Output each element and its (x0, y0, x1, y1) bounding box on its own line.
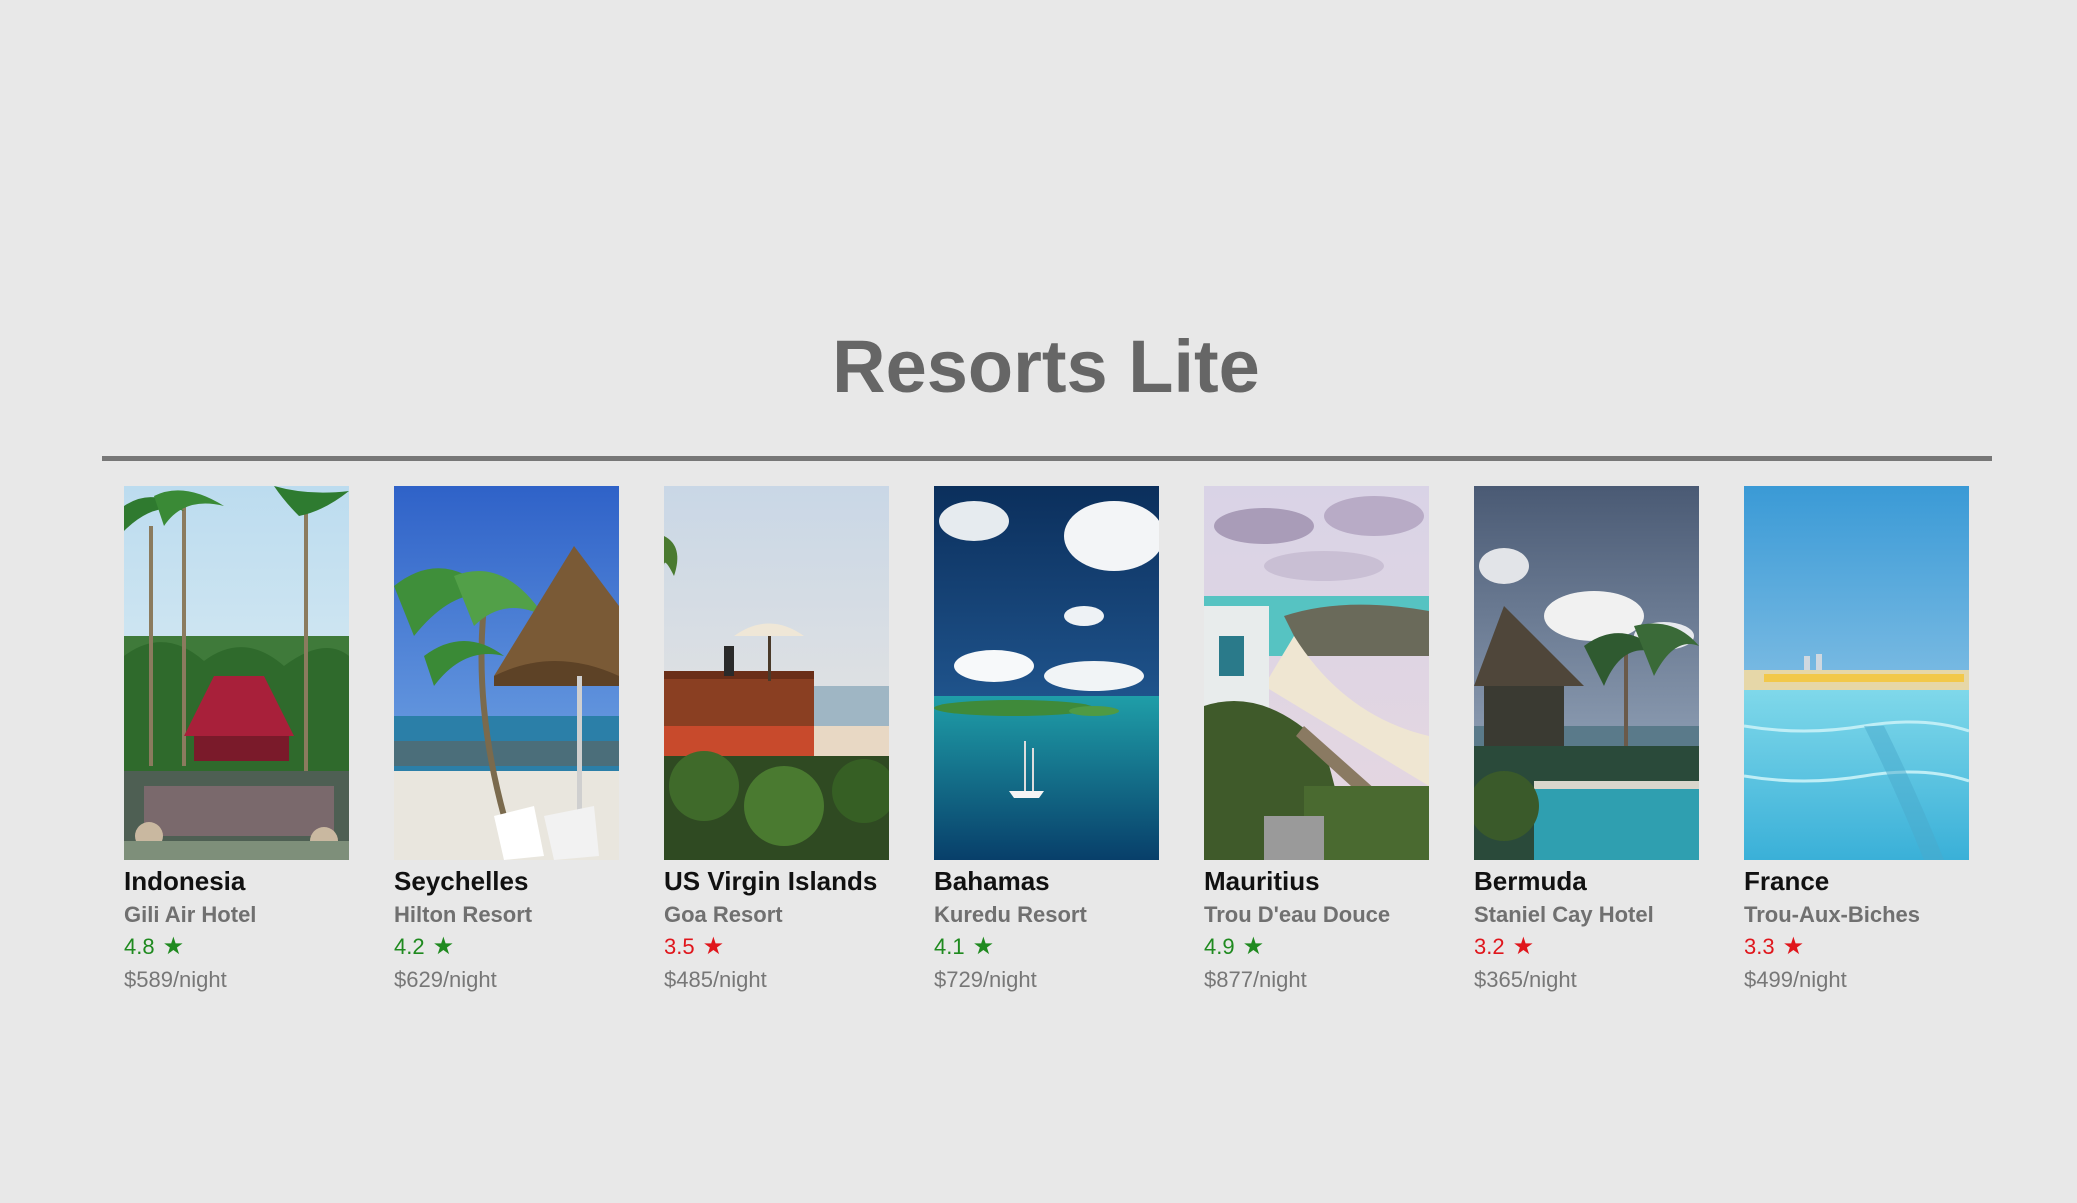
coastal-cliff-photo[interactable] (1204, 486, 1429, 860)
thatched-hut-pool-photo[interactable] (1474, 486, 1699, 860)
resort-country: Mauritius (1204, 866, 1320, 896)
rating-value: 4.9 (1204, 934, 1235, 959)
tropical-villa-pool-photo[interactable] (124, 486, 349, 860)
star-icon: ★ (1242, 933, 1265, 960)
resort-price: $877/night (1204, 967, 1307, 992)
resort-rating: 3.2 ★ (1474, 932, 1699, 962)
star-icon: ★ (1512, 933, 1535, 960)
star-icon: ★ (1782, 933, 1805, 960)
star-icon: ★ (162, 933, 185, 960)
rating-value: 3.5 (664, 934, 695, 959)
resort-price: $729/night (934, 967, 1037, 992)
resort-card-mauritius[interactable]: Mauritius Trou D'eau Douce 4.9 ★ $877/nig… (1204, 486, 1429, 995)
resort-card-bermuda[interactable]: Bermuda Staniel Cay Hotel 3.2 ★ $365/nigh… (1474, 486, 1699, 995)
resort-card-list: Indonesia Gili Air Hotel 4.8 ★ $589/night (124, 486, 1969, 995)
resort-rating: 3.5 ★ (664, 932, 889, 962)
resort-rating: 4.9 ★ (1204, 932, 1429, 962)
rating-value: 3.2 (1474, 934, 1505, 959)
resort-rating: 4.8 ★ (124, 932, 349, 962)
resort-card-seychelles[interactable]: Seychelles Hilton Resort 4.2 ★ $629/night (394, 486, 619, 995)
rating-value: 4.8 (124, 934, 155, 959)
star-icon: ★ (702, 933, 725, 960)
resort-card-us-virgin-islands[interactable]: US Virgin Islands Goa Resort 3.5 ★ $485/n… (664, 486, 889, 995)
rating-value: 4.2 (394, 934, 425, 959)
resort-hotel-name: Trou D'eau Douce (1204, 902, 1391, 927)
title-divider (102, 456, 1992, 461)
resort-country: France (1744, 866, 1830, 896)
resort-price: $589/night (124, 967, 227, 992)
resort-card-indonesia[interactable]: Indonesia Gili Air Hotel 4.8 ★ $589/night (124, 486, 349, 995)
resorts-page: Resorts Lite Indonesia Gili Air Hotel 4.… (0, 0, 2077, 1203)
balcony-sea-view-photo[interactable] (664, 486, 889, 860)
resort-price: $499/night (1744, 967, 1847, 992)
resort-price: $629/night (394, 967, 497, 992)
ocean-sailboat-photo[interactable] (934, 486, 1159, 860)
resort-hotel-name: Hilton Resort (394, 902, 533, 927)
resort-hotel-name: Kuredu Resort (934, 902, 1087, 927)
resort-price: $485/night (664, 967, 767, 992)
star-icon: ★ (972, 933, 995, 960)
star-icon: ★ (432, 933, 455, 960)
resort-rating: 4.2 ★ (394, 932, 619, 962)
resort-rating: 3.3 ★ (1744, 932, 1969, 962)
resort-hotel-name: Goa Resort (664, 902, 783, 927)
resort-rating: 4.1 ★ (934, 932, 1159, 962)
swimming-pool-photo[interactable] (1744, 486, 1969, 860)
resort-hotel-name: Trou-Aux-Biches (1744, 902, 1921, 927)
resort-card-bahamas[interactable]: Bahamas Kuredu Resort 4.1 ★ $729/night (934, 486, 1159, 995)
resort-hotel-name: Gili Air Hotel (124, 902, 257, 927)
resort-price: $365/night (1474, 967, 1577, 992)
beach-umbrella-palm-photo[interactable] (394, 486, 619, 860)
resort-country: Indonesia (124, 866, 246, 896)
resort-country: Bermuda (1474, 866, 1587, 896)
rating-value: 3.3 (1744, 934, 1775, 959)
resort-hotel-name: Staniel Cay Hotel (1474, 902, 1654, 927)
page-title: Resorts Lite (832, 325, 1260, 408)
resort-country: Bahamas (934, 866, 1050, 896)
resort-card-france[interactable]: France Trou-Aux-Biches 3.3 ★ $499/night (1744, 486, 1969, 995)
resort-country: Seychelles (394, 866, 529, 896)
rating-value: 4.1 (934, 934, 965, 959)
resort-country: US Virgin Islands (664, 866, 878, 896)
